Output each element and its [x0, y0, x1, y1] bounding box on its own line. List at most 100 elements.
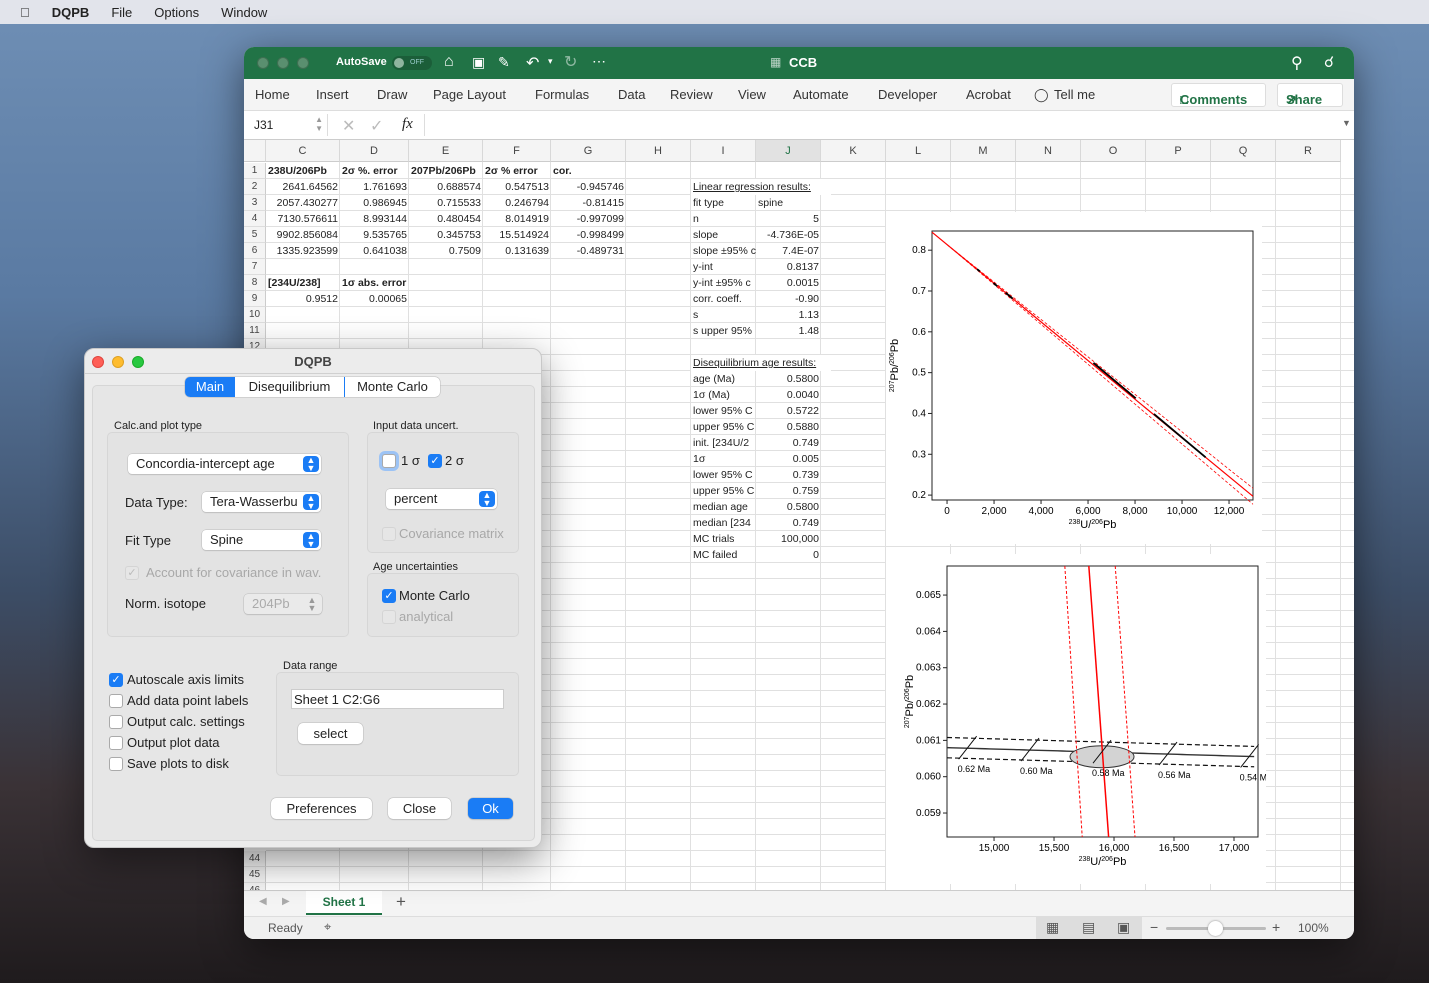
tab-developer[interactable]: Developer — [878, 87, 937, 102]
cell[interactable]: 100,000 — [756, 531, 821, 547]
row-header[interactable]: 9 — [244, 291, 266, 307]
tab-home[interactable]: Home — [255, 87, 290, 102]
select-all[interactable] — [244, 140, 266, 162]
menu-file[interactable]: File — [111, 5, 132, 20]
cell[interactable]: 1σ abs. error — [340, 275, 409, 291]
cell[interactable]: 2641.64562 — [266, 179, 340, 195]
cell[interactable]: corr. coeff. — [691, 291, 756, 307]
menu-app[interactable]: DQPB — [52, 5, 90, 20]
cell[interactable]: 8.993144 — [340, 211, 409, 227]
row-header[interactable]: 10 — [244, 307, 266, 323]
cell[interactable]: 0.739 — [756, 467, 821, 483]
page-layout-view-icon[interactable]: ▤ — [1082, 919, 1095, 936]
cell[interactable]: -0.945746 — [551, 179, 626, 195]
apple-icon[interactable]:  — [20, 5, 30, 20]
save-icon[interactable]: ▣ — [472, 54, 485, 71]
tab-draw[interactable]: Draw — [377, 87, 407, 102]
cell[interactable]: 0.9512 — [266, 291, 340, 307]
cell[interactable]: median [234 — [691, 515, 756, 531]
cell[interactable]: 2σ % error — [483, 163, 551, 179]
undo-icon[interactable]: ↶ — [526, 53, 539, 73]
name-box[interactable]: J31 ▲ ▼ — [246, 114, 328, 136]
cell[interactable]: 0.986945 — [340, 195, 409, 211]
row-header[interactable]: 6 — [244, 243, 266, 259]
cell[interactable]: 1.48 — [756, 323, 821, 339]
tab-monte-carlo[interactable]: Monte Carlo — [345, 377, 440, 397]
calc-type-select[interactable]: Concordia-intercept age ▲ ▼ — [128, 454, 321, 474]
sheet-tab-1[interactable]: Sheet 1 — [306, 891, 382, 915]
cell[interactable]: s upper 95% — [691, 323, 756, 339]
cell[interactable]: -4.736E-05 — [756, 227, 821, 243]
cell[interactable]: 207Pb/206Pb — [409, 163, 483, 179]
cell[interactable]: 2σ %. error — [340, 163, 409, 179]
row-header[interactable]: 1 — [244, 163, 266, 179]
row-header[interactable]: 7 — [244, 259, 266, 275]
cell[interactable]: 0.5800 — [756, 499, 821, 515]
menu-window[interactable]: Window — [221, 5, 267, 20]
tab-page-layout[interactable]: Page Layout — [433, 87, 506, 102]
row-header[interactable]: 44 — [244, 851, 266, 867]
cell[interactable]: 1σ — [691, 451, 756, 467]
row-header[interactable]: 2 — [244, 179, 266, 195]
cell[interactable]: 0.345753 — [409, 227, 483, 243]
row-header[interactable]: 5 — [244, 227, 266, 243]
cov-matrix-checkbox[interactable] — [382, 527, 396, 541]
option-checkbox[interactable] — [109, 715, 123, 729]
column-header-E[interactable]: E — [409, 140, 483, 162]
share-button[interactable]: ↗ Share — [1277, 83, 1343, 107]
norm-isotope-select[interactable]: 204Pb ▲ ▼ — [244, 594, 322, 614]
cell[interactable]: 9.535765 — [340, 227, 409, 243]
select-button[interactable]: select — [298, 723, 363, 744]
option-checkbox[interactable]: ✓ — [109, 673, 123, 687]
cell[interactable]: 8.014919 — [483, 211, 551, 227]
ok-button[interactable]: Ok — [468, 798, 513, 819]
row-header[interactable]: 11 — [244, 323, 266, 339]
cell[interactable]: lower 95% C — [691, 403, 756, 419]
redo-icon[interactable]: ↻ — [564, 52, 577, 72]
cell[interactable]: 0.688574 — [409, 179, 483, 195]
one-sigma-checkbox[interactable] — [382, 454, 396, 468]
preferences-button[interactable]: Preferences — [271, 798, 372, 819]
cell[interactable]: 0.547513 — [483, 179, 551, 195]
column-header-F[interactable]: F — [483, 140, 551, 162]
cell[interactable]: [234U/238] — [266, 275, 340, 291]
cell[interactable]: 0.749 — [756, 515, 821, 531]
cell[interactable]: -0.489731 — [551, 243, 626, 259]
cell[interactable]: slope — [691, 227, 756, 243]
column-header-G[interactable]: G — [551, 140, 626, 162]
undo-dropdown-icon[interactable]: ▾ — [548, 56, 553, 67]
cell[interactable]: 1σ (Ma) — [691, 387, 756, 403]
cell[interactable]: cor. — [551, 163, 626, 179]
tell-me[interactable]: Tell me — [1054, 87, 1095, 102]
cancel-icon[interactable]: ✕ — [342, 116, 355, 136]
zoom-in-button[interactable]: + — [1272, 919, 1280, 935]
column-header-M[interactable]: M — [951, 140, 1016, 162]
search-icon[interactable]: ⚲ — [1291, 53, 1303, 73]
cell[interactable]: 0.005 — [756, 451, 821, 467]
cell[interactable]: 1.761693 — [340, 179, 409, 195]
cell[interactable]: 0.480454 — [409, 211, 483, 227]
cell[interactable]: 0.5800 — [756, 371, 821, 387]
cell[interactable]: 0.5722 — [756, 403, 821, 419]
column-header-J[interactable]: J — [756, 140, 821, 162]
option-checkbox[interactable] — [109, 694, 123, 708]
tab-view[interactable]: View — [738, 87, 766, 102]
zoom-out-button[interactable]: − — [1150, 919, 1158, 935]
close-button[interactable]: Close — [388, 798, 451, 819]
autosave-toggle[interactable]: OFF — [392, 56, 432, 70]
cell[interactable]: 5 — [756, 211, 821, 227]
cell[interactable]: lower 95% C — [691, 467, 756, 483]
option-checkbox[interactable] — [109, 757, 123, 771]
cell[interactable]: -0.998499 — [551, 227, 626, 243]
row-header[interactable]: 3 — [244, 195, 266, 211]
cell[interactable]: 7130.576611 — [266, 211, 340, 227]
expand-formula-icon[interactable]: ▼ — [1342, 118, 1351, 128]
column-header-H[interactable]: H — [626, 140, 691, 162]
cell[interactable]: 0.5880 — [756, 419, 821, 435]
cell[interactable]: 9902.856084 — [266, 227, 340, 243]
row-header[interactable]: 46 — [244, 883, 266, 890]
prev-sheet-icon[interactable]: ◀ — [259, 896, 267, 907]
cell[interactable]: 2057.430277 — [266, 195, 340, 211]
cell[interactable]: 0.131639 — [483, 243, 551, 259]
menu-options[interactable]: Options — [154, 5, 199, 20]
